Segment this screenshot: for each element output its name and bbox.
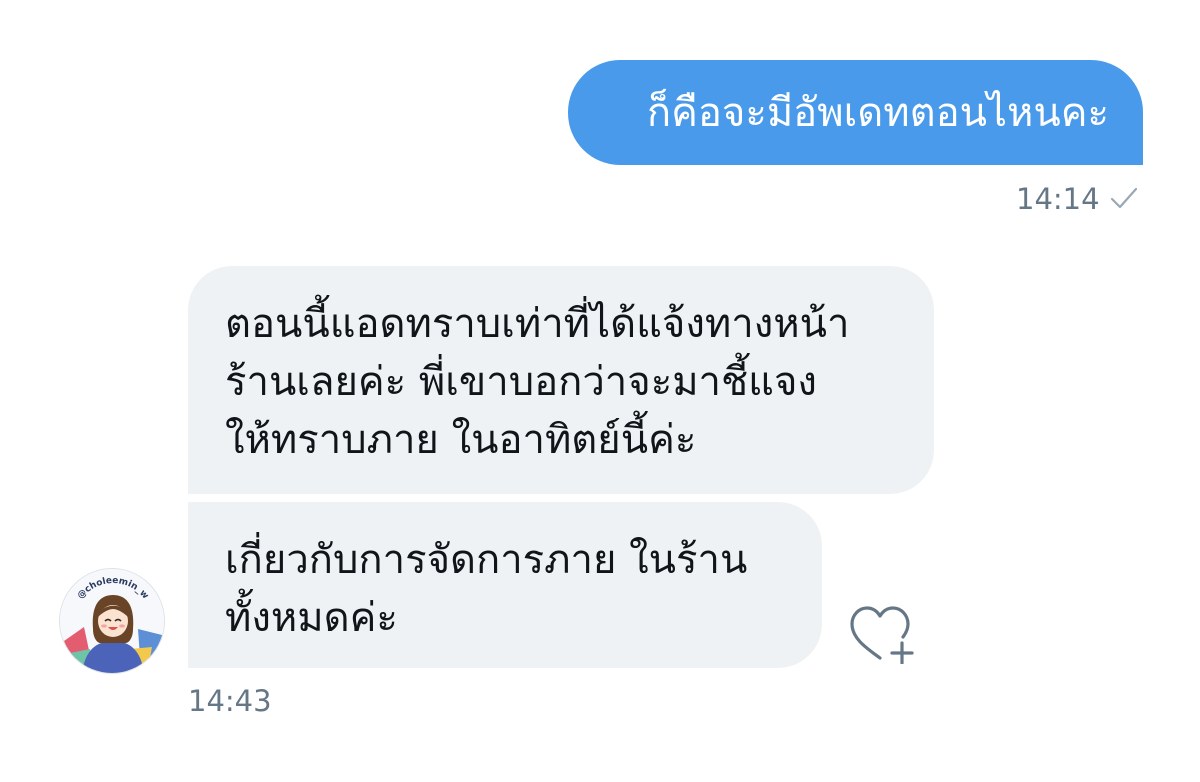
user-avatar: @choleemin_w (60, 569, 164, 673)
outgoing-message-time: 14:14 (1016, 182, 1100, 216)
incoming-message-bubble[interactable]: เกี่ยวกับการจัดการภาย ในร้าน ทั้งหมดค่ะ (188, 502, 822, 668)
outgoing-message-text: ก็คือจะมีอัพเดทตอนไหนคะ (646, 90, 1109, 136)
message-line: ตอนนี้แอดทราบเท่าที่ได้แจ้งทางหน้า (225, 301, 850, 347)
dm-conversation: ก็คือจะมีอัพเดทตอนไหนคะ 14:14 ตอนนี้แอดท… (0, 0, 1200, 782)
sender-avatar[interactable]: @choleemin_w (59, 568, 165, 674)
outgoing-message-bubble[interactable]: ก็คือจะมีอัพเดทตอนไหนคะ (568, 60, 1143, 165)
incoming-message-time: 14:43 (188, 684, 272, 718)
message-line: เกี่ยวกับการจัดการภาย ในร้าน (225, 537, 748, 583)
heart-add-icon[interactable] (846, 602, 916, 664)
message-line: ร้านเลยค่ะ พี่เขาบอกว่าจะมาชี้แจง (225, 359, 817, 405)
message-line: ทั้งหมดค่ะ (225, 595, 398, 641)
checkmark-icon (1110, 187, 1138, 209)
message-line: ให้ทราบภาย ในอาทิตย์นี้ค่ะ (225, 417, 697, 463)
incoming-message-bubble[interactable]: ตอนนี้แอดทราบเท่าที่ได้แจ้งทางหน้า ร้านเ… (188, 266, 934, 494)
